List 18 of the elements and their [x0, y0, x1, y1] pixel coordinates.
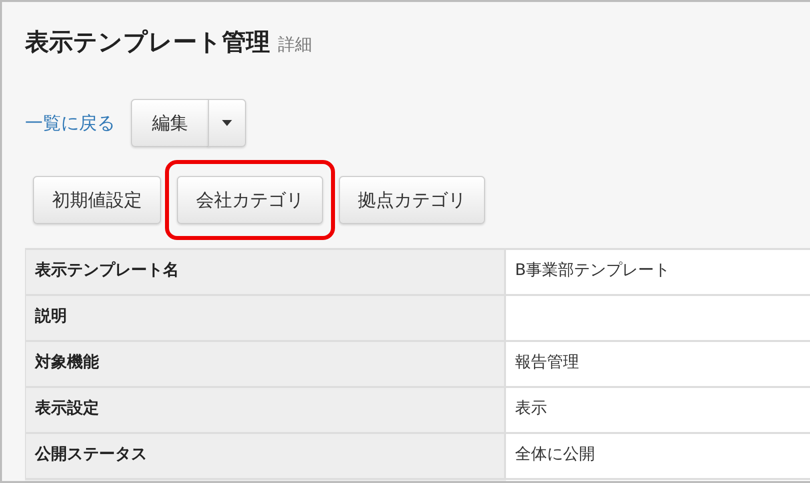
- field-value: B事業部テンプレート: [506, 250, 810, 294]
- field-label: 公開ステータス: [25, 434, 506, 478]
- edit-button[interactable]: 編集: [131, 99, 209, 147]
- back-link[interactable]: 一覧に戻る: [25, 111, 115, 135]
- field-label: 表示テンプレート名: [25, 250, 506, 294]
- caret-icon: [222, 120, 232, 126]
- dropdown-button[interactable]: [208, 99, 246, 147]
- field-value: 報告管理: [506, 342, 810, 386]
- category-button[interactable]: 拠点カテゴリ: [339, 176, 485, 224]
- field-label: 説明: [25, 296, 506, 340]
- category-button[interactable]: 初期値設定: [33, 176, 161, 224]
- page-title: 表示テンプレート管理: [25, 27, 270, 58]
- field-value: 表示: [506, 388, 810, 432]
- field-label: 表示設定: [25, 388, 506, 432]
- page-subtitle: 詳細: [278, 34, 312, 56]
- category-button[interactable]: 会社カテゴリ: [177, 176, 323, 224]
- field-value: 全体に公開: [506, 434, 810, 478]
- field-label: 対象機能: [25, 342, 506, 386]
